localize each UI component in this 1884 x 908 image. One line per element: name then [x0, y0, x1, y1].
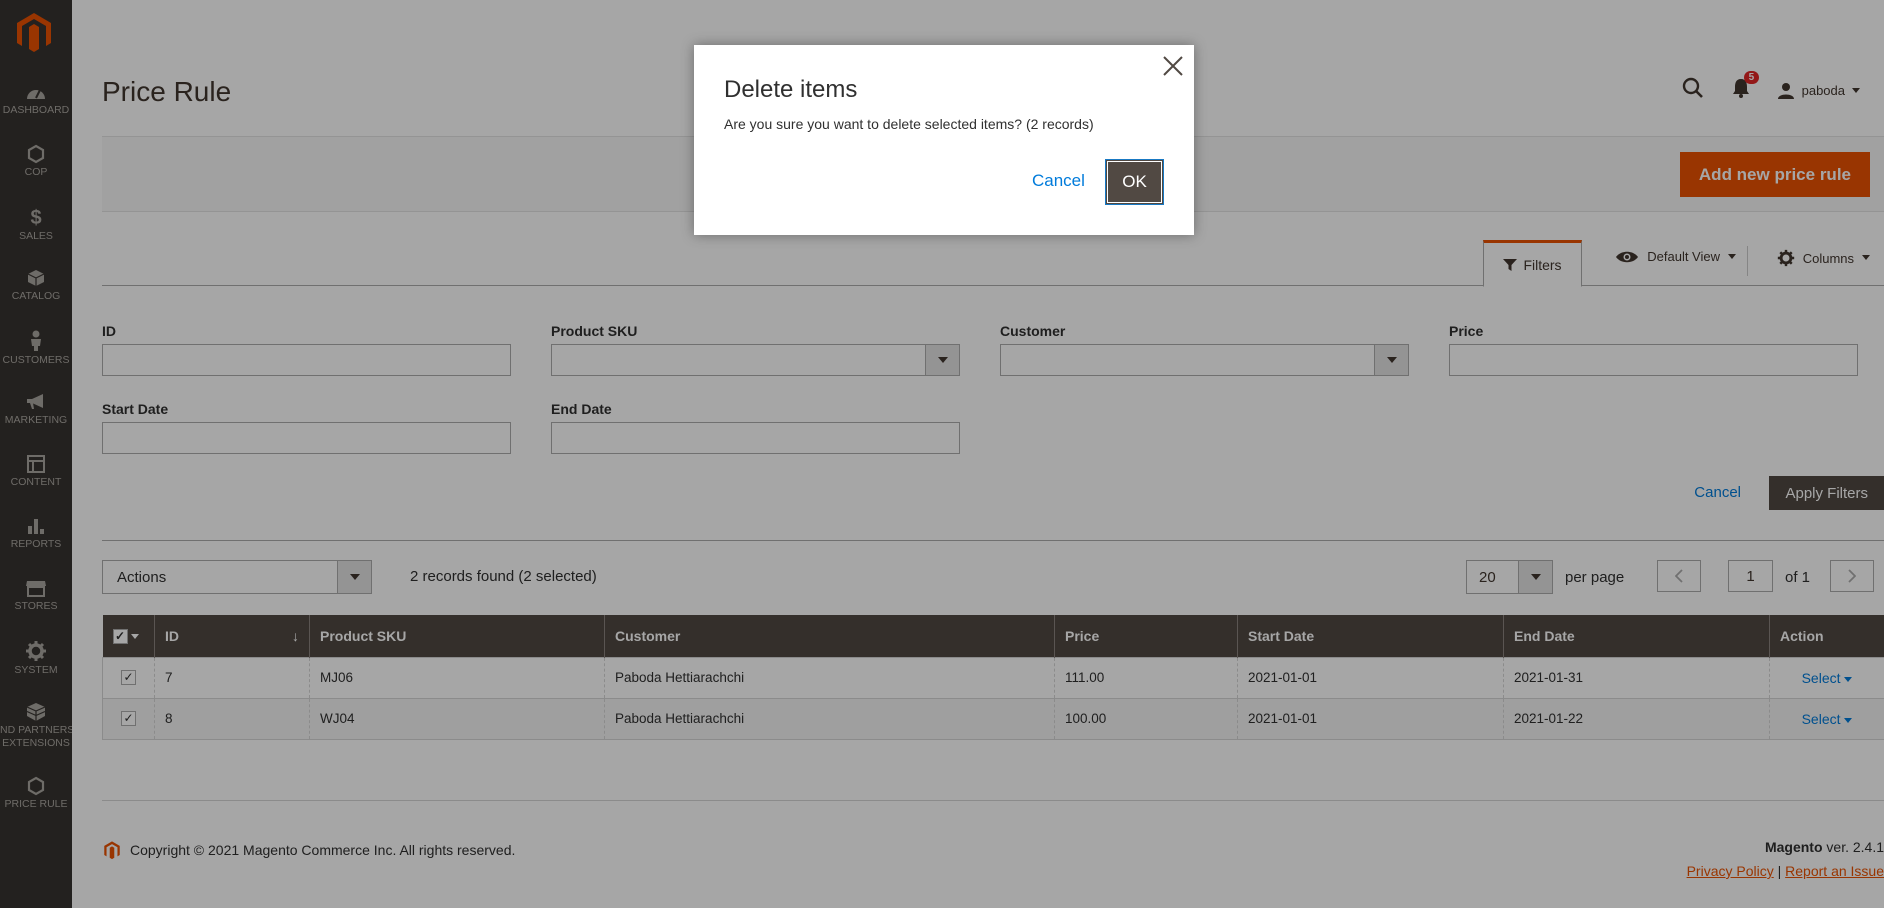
- modal-title: Delete items: [724, 76, 858, 103]
- close-icon[interactable]: [1160, 53, 1186, 79]
- modal-ok-button[interactable]: OK: [1105, 159, 1164, 205]
- delete-confirm-modal: Delete items Are you sure you want to de…: [694, 45, 1194, 235]
- modal-cancel-button[interactable]: Cancel: [1032, 171, 1085, 191]
- modal-message: Are you sure you want to delete selected…: [724, 116, 1094, 132]
